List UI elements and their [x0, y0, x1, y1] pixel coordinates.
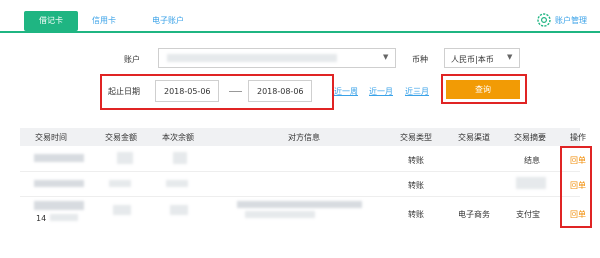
date-separator	[229, 91, 242, 92]
currency-select[interactable]: 人民币|本币 ▼	[444, 48, 520, 68]
redacted-counterparty	[237, 201, 362, 208]
quick-range-month[interactable]: 近一月	[369, 86, 393, 97]
row-summary: 支付宝	[516, 210, 540, 219]
currency-label: 币种	[412, 55, 428, 64]
account-number-redacted	[167, 54, 337, 62]
row-type: 转账	[408, 156, 424, 165]
quick-range-week[interactable]: 近一周	[334, 86, 358, 97]
column-header-counterparty: 对方信息	[288, 133, 320, 142]
start-date-input[interactable]: 2018-05-06	[155, 80, 219, 102]
column-header-time: 交易时间	[35, 133, 67, 142]
column-header-balance: 本次余额	[162, 133, 194, 142]
redacted-summary	[516, 177, 546, 189]
tab-underline	[0, 31, 600, 33]
redacted-counterparty	[245, 211, 315, 218]
currency-value: 人民币|本币	[451, 55, 494, 64]
end-date-input[interactable]: 2018-08-06	[248, 80, 312, 102]
row-divider	[20, 171, 580, 172]
row-type: 转账	[408, 210, 424, 219]
end-date-value: 2018-08-06	[257, 87, 304, 96]
redacted-time	[34, 154, 84, 162]
redacted-time	[34, 201, 84, 210]
row-summary: 结息	[524, 156, 540, 165]
redacted-amount	[109, 180, 131, 187]
query-button[interactable]: 查询	[446, 80, 520, 99]
account-manage-link[interactable]: 账户管理	[555, 15, 587, 26]
column-header-summary: 交易摘要	[514, 133, 546, 142]
chevron-down-icon: ▼	[507, 53, 513, 61]
tab-credit-card[interactable]: 信用卡	[84, 11, 124, 31]
quick-range-three-months[interactable]: 近三月	[405, 86, 429, 97]
redacted-time	[50, 214, 78, 221]
row-channel: 电子商务	[458, 210, 490, 219]
column-header-amount: 交易金额	[105, 133, 137, 142]
chevron-down-icon: ▼	[383, 53, 389, 61]
redacted-balance	[173, 152, 187, 164]
date-label: 起止日期	[108, 87, 140, 96]
column-header-type: 交易类型	[400, 133, 432, 142]
row-time-fragment: 14	[36, 214, 47, 223]
tab-electronic-account[interactable]: 电子账户	[144, 11, 192, 31]
row-type: 转账	[408, 181, 424, 190]
start-date-value: 2018-05-06	[164, 87, 211, 96]
receipt-column-highlight	[560, 146, 592, 228]
column-header-channel: 交易渠道	[458, 133, 490, 142]
column-header-action: 操作	[570, 133, 586, 142]
redacted-balance	[170, 205, 188, 215]
redacted-amount	[117, 152, 133, 164]
redacted-balance	[166, 180, 188, 187]
redacted-amount	[113, 205, 131, 215]
row-divider	[20, 196, 580, 197]
redacted-time	[34, 180, 84, 187]
tab-debit-card[interactable]: 借记卡	[24, 11, 78, 31]
account-label: 账户	[124, 55, 140, 64]
account-select[interactable]: ▼	[158, 48, 396, 68]
gear-icon[interactable]	[536, 12, 552, 28]
